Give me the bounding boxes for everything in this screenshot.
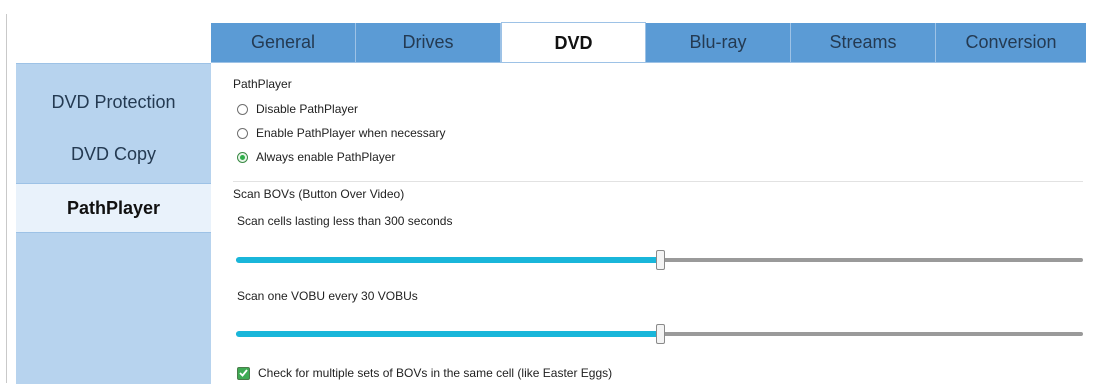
- tab-general[interactable]: General: [211, 23, 356, 62]
- radio-label-disable: Disable PathPlayer: [256, 102, 359, 116]
- radio-button-enable-when-necessary[interactable]: [237, 127, 248, 139]
- slider-fill: [236, 257, 660, 263]
- scan-vobu-label: Scan one VOBU every 30 VOBUs: [237, 289, 418, 303]
- slider-fill: [236, 331, 660, 337]
- tab-streams[interactable]: Streams: [791, 23, 936, 62]
- tab-blu-ray[interactable]: Blu-ray: [646, 23, 791, 62]
- radio-button-disable[interactable]: [237, 103, 248, 115]
- tab-dvd[interactable]: DVD: [501, 22, 646, 63]
- pathplayer-section-title: PathPlayer: [233, 77, 292, 91]
- radio-button-always-enable[interactable]: [237, 151, 248, 163]
- tab-drives[interactable]: Drives: [356, 23, 501, 62]
- window-left-border: [6, 14, 7, 383]
- sidebar-item-dvd-copy[interactable]: DVD Copy: [16, 128, 211, 180]
- sidebar-item-pathplayer[interactable]: PathPlayer: [16, 183, 211, 233]
- radio-always-enable[interactable]: Always enable PathPlayer: [237, 150, 395, 164]
- radio-disable-pathplayer[interactable]: Disable PathPlayer: [237, 102, 358, 116]
- multiple-bov-sets-checkbox[interactable]: [237, 366, 250, 380]
- sidebar: DVD Protection DVD Copy PathPlayer: [16, 63, 211, 384]
- bov-section-title: Scan BOVs (Button Over Video): [233, 187, 405, 201]
- radio-label-always-enable: Always enable PathPlayer: [256, 150, 396, 164]
- section-divider: [233, 181, 1083, 182]
- slider-thumb[interactable]: [656, 250, 665, 270]
- checkmark-icon: [239, 369, 248, 377]
- settings-panel: PathPlayer Disable PathPlayer Enable Pat…: [233, 63, 1083, 383]
- multiple-bov-sets-option[interactable]: Check for multiple sets of BOVs in the s…: [237, 366, 612, 380]
- radio-enable-when-necessary[interactable]: Enable PathPlayer when necessary: [237, 126, 445, 140]
- tab-conversion[interactable]: Conversion: [936, 23, 1086, 62]
- multiple-bov-sets-label: Check for multiple sets of BOVs in the s…: [258, 366, 613, 380]
- sidebar-item-dvd-protection[interactable]: DVD Protection: [16, 76, 211, 128]
- slider-thumb[interactable]: [656, 324, 665, 344]
- scan-cells-slider[interactable]: [236, 250, 1083, 270]
- tab-bar: General Drives DVD Blu-ray Streams Conve…: [211, 22, 1086, 63]
- radio-label-enable-when-necessary: Enable PathPlayer when necessary: [256, 126, 446, 140]
- scan-cells-label: Scan cells lasting less than 300 seconds: [237, 214, 453, 228]
- scan-vobu-slider[interactable]: [236, 324, 1083, 344]
